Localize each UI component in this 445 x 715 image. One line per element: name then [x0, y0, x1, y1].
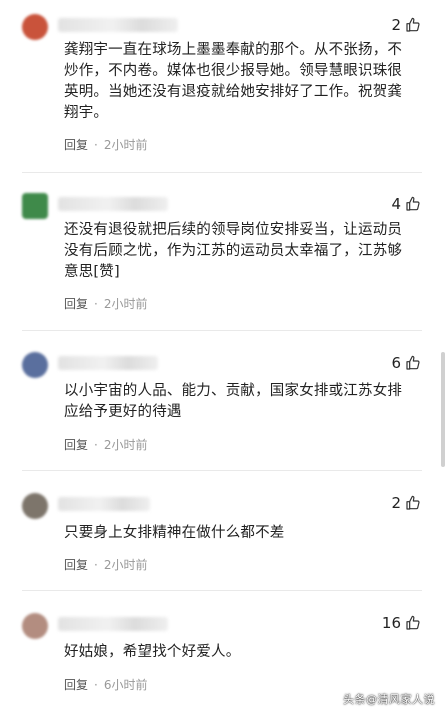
reply-button[interactable]: 回复 [64, 136, 88, 153]
separator-dot: · [94, 296, 98, 311]
comment-text: 以小宇宙的人品、能力、贡献，国家女排或江苏女排应给予更好的待遇 [64, 383, 403, 420]
timestamp: 2小时前 [103, 138, 148, 152]
like-count: 2 [391, 494, 401, 512]
thumbs-up-icon [406, 495, 420, 510]
avatar[interactable] [22, 14, 48, 40]
username-blurred[interactable] [58, 18, 178, 32]
comment-text: 好姑娘，希望找个好爱人。 [64, 644, 241, 660]
timestamp: 2小时前 [103, 438, 148, 452]
divider [22, 330, 422, 331]
comment-meta: 回复 · 2小时前 [64, 436, 147, 453]
avatar[interactable] [22, 613, 48, 639]
like-count: 2 [391, 16, 401, 34]
username-blurred[interactable] [58, 356, 158, 370]
like-count: 4 [391, 195, 401, 213]
like-button[interactable]: 2 [391, 16, 421, 34]
avatar[interactable] [22, 193, 48, 219]
like-count: 6 [391, 354, 401, 372]
watermark: 头条@清风家人说 [343, 693, 435, 706]
like-button[interactable]: 6 [391, 354, 421, 372]
reply-button[interactable]: 回复 [64, 436, 88, 453]
like-button[interactable]: 2 [391, 494, 421, 512]
timestamp: 6小时前 [103, 678, 148, 692]
comment-text: 只要身上女排精神在做什么都不差 [64, 525, 285, 541]
reply-button[interactable]: 回复 [64, 295, 88, 312]
thumbs-up-icon [406, 196, 420, 211]
comment-meta: 回复 · 2小时前 [64, 136, 147, 153]
avatar[interactable] [22, 352, 48, 378]
like-count: 16 [381, 614, 401, 632]
comment-text: 还没有退役就把后续的领导岗位安排妥当，让运动员没有后顾之忧，作为江苏的运动员太幸… [64, 222, 403, 280]
separator-dot: · [94, 677, 98, 692]
username-blurred[interactable] [58, 617, 168, 631]
avatar[interactable] [22, 493, 48, 519]
like-button[interactable]: 16 [382, 614, 421, 632]
scrollbar[interactable] [441, 352, 445, 467]
thumbs-up-icon [406, 17, 420, 32]
comment-text: 龚翔宇一直在球场上墨墨奉献的那个。从不张扬，不炒作，不内卷。媒体也很少报导她。领… [64, 42, 403, 121]
divider [22, 590, 422, 591]
username-blurred[interactable] [58, 497, 150, 511]
thumbs-up-icon [406, 615, 420, 630]
divider [22, 470, 422, 471]
divider [22, 172, 422, 173]
comment-meta: 回复 · 2小时前 [64, 295, 147, 312]
thumbs-up-icon [406, 355, 420, 370]
timestamp: 2小时前 [103, 297, 148, 311]
separator-dot: · [94, 437, 98, 452]
username-blurred[interactable] [58, 197, 168, 211]
reply-button[interactable]: 回复 [64, 556, 88, 573]
separator-dot: · [94, 137, 98, 152]
reply-button[interactable]: 回复 [64, 676, 88, 693]
like-button[interactable]: 4 [391, 195, 421, 213]
comment-meta: 回复 · 6小时前 [64, 676, 147, 693]
comment-meta: 回复 · 2小时前 [64, 556, 147, 573]
timestamp: 2小时前 [103, 558, 148, 572]
separator-dot: · [94, 557, 98, 572]
